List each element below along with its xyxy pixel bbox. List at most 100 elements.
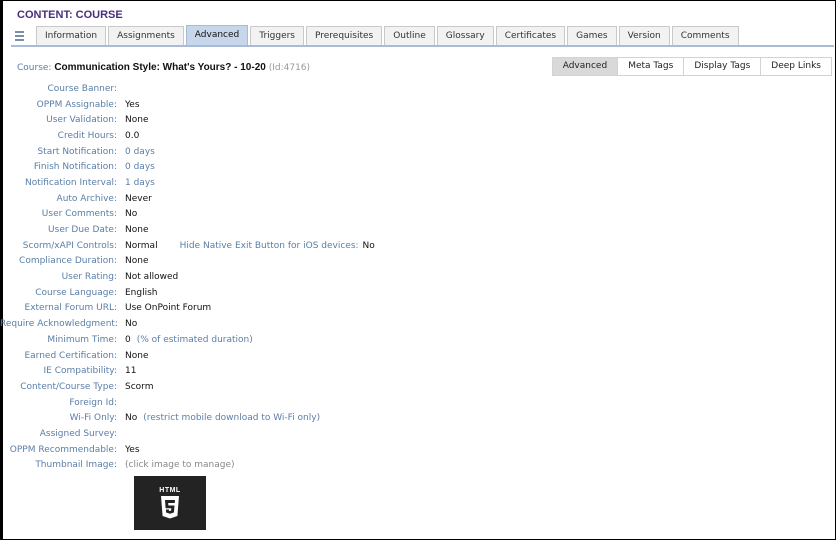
field-course-banner: Course Banner:: [0, 81, 460, 97]
field-wifi-only: Wi-Fi Only: No (restrict mobile download…: [0, 410, 460, 426]
menu-icon[interactable]: [11, 27, 31, 45]
field-compliance-duration: Compliance Duration: None: [0, 254, 460, 270]
field-value: 1 days: [125, 177, 155, 188]
html5-logo-icon: [161, 495, 179, 518]
field-label: Notification Interval:: [25, 177, 117, 188]
field-value: None: [125, 350, 149, 361]
field-value: Yes: [125, 444, 140, 455]
field-label: Require Acknowledgment:: [0, 319, 118, 330]
field-value: 11: [125, 366, 137, 377]
course-heading: Course: Communication Style: What's Your…: [17, 62, 310, 73]
thumbnail-image[interactable]: HTML: [134, 476, 206, 530]
subtab-meta-tags[interactable]: Meta Tags: [617, 57, 685, 76]
field-course-language: Course Language: English: [0, 285, 460, 301]
field-user-due-date: User Due Date: None: [0, 222, 460, 238]
field-external-forum-url: External Forum URL: Use OnPoint Forum: [0, 301, 460, 317]
field-label: User Rating:: [61, 272, 117, 283]
field-value: 0: [125, 334, 131, 345]
field-minimum-time: Minimum Time: 0 (% of estimated duration…: [0, 332, 460, 348]
tab-advanced[interactable]: Advanced: [185, 25, 249, 45]
field-label: Wi-Fi Only:: [69, 413, 117, 424]
field-label: OPPM Assignable:: [36, 99, 117, 110]
field-value: 0 days: [125, 162, 155, 173]
field-label: OPPM Recommendable:: [9, 444, 117, 455]
field-label: External Forum URL:: [24, 303, 117, 314]
course-name: Communication Style: What's Yours? - 10-…: [54, 62, 266, 73]
field-extra-value: No: [362, 240, 375, 251]
tab-certificates[interactable]: Certificates: [495, 26, 566, 45]
field-value: Scorm: [125, 381, 154, 392]
tab-assignments[interactable]: Assignments: [108, 26, 184, 45]
course-label: Course:: [17, 63, 52, 73]
page-title: CONTENT: COURSE: [17, 9, 123, 21]
field-value: No: [125, 319, 138, 330]
field-label: Compliance Duration:: [19, 256, 117, 267]
field-oppm-recommendable: OPPM Recommendable: Yes: [0, 442, 460, 458]
course-id: (Id:4716): [268, 63, 311, 73]
field-user-validation: User Validation: None: [0, 112, 460, 128]
field-value: Never: [125, 193, 152, 204]
settings-list: Course Banner: OPPM Assignable: Yes User…: [0, 81, 460, 473]
field-foreign-id: Foreign Id:: [0, 395, 460, 411]
subtab-display-tags[interactable]: Display Tags: [683, 57, 762, 76]
field-credit-hours: Credit Hours: 0.0: [0, 128, 460, 144]
field-label: Finish Notification:: [33, 162, 117, 173]
field-ie-compatibility: IE Compatibility: 11: [0, 363, 460, 379]
field-value: No: [125, 413, 138, 424]
tab-divider: [11, 45, 834, 47]
tab-outline[interactable]: Outline: [384, 26, 435, 45]
field-start-notification: Start Notification: 0 days: [0, 144, 460, 160]
field-note: (restrict mobile download to Wi-Fi only): [143, 413, 321, 424]
tab-games[interactable]: Games: [567, 26, 617, 45]
field-label: Minimum Time:: [47, 334, 117, 345]
subtab-bar: Advanced Meta Tags Display Tags Deep Lin…: [551, 57, 832, 76]
field-assigned-survey: Assigned Survey:: [0, 426, 460, 442]
field-label: Earned Certification:: [24, 350, 117, 361]
field-value: Yes: [125, 99, 140, 110]
field-value: None: [125, 115, 149, 126]
field-user-comments: User Comments: No: [0, 207, 460, 223]
field-oppm-assignable: OPPM Assignable: Yes: [0, 97, 460, 113]
tab-prerequisites[interactable]: Prerequisites: [306, 26, 383, 45]
field-label: Thumbnail Image:: [35, 460, 117, 471]
field-value: 0.0: [125, 130, 140, 141]
field-label: Assigned Survey:: [39, 428, 117, 439]
field-value: Not allowed: [125, 272, 179, 283]
tab-version[interactable]: Version: [618, 26, 670, 45]
field-thumbnail-image: Thumbnail Image: (click image to manage): [0, 458, 460, 474]
field-value: English: [125, 287, 158, 298]
field-label: Credit Hours:: [57, 130, 117, 141]
field-label: Content/Course Type:: [20, 381, 117, 392]
field-value: None: [125, 225, 149, 236]
field-user-rating: User Rating: Not allowed: [0, 269, 460, 285]
field-content-type: Content/Course Type: Scorm: [0, 379, 460, 395]
tab-glossary[interactable]: Glossary: [436, 26, 494, 45]
field-value: Use OnPoint Forum: [125, 303, 212, 314]
tab-bar: Information Assignments Advanced Trigger…: [11, 25, 834, 45]
field-label: IE Compatibility:: [43, 366, 117, 377]
thumbnail-caption: HTML: [159, 486, 181, 494]
field-finish-notification: Finish Notification: 0 days: [0, 159, 460, 175]
tab-information[interactable]: Information: [36, 26, 107, 45]
field-require-acknowledgment: Require Acknowledgment: No: [0, 316, 460, 332]
subtab-advanced[interactable]: Advanced: [551, 57, 619, 76]
field-value: Normal: [125, 240, 158, 251]
field-note: (% of estimated duration): [136, 334, 253, 345]
field-label: Scorm/xAPI Controls:: [22, 240, 117, 251]
field-label: User Validation:: [46, 115, 117, 126]
field-label: Auto Archive:: [56, 193, 117, 204]
field-label: Course Banner:: [47, 83, 118, 94]
field-value: (click image to manage): [125, 460, 235, 471]
tab-triggers[interactable]: Triggers: [250, 26, 304, 45]
field-value: 0 days: [125, 146, 155, 157]
subtab-deep-links[interactable]: Deep Links: [760, 57, 832, 76]
field-scorm-controls: Scorm/xAPI Controls: Normal Hide Native …: [0, 238, 460, 254]
field-label: Foreign Id:: [69, 397, 117, 408]
tab-comments[interactable]: Comments: [671, 26, 739, 45]
field-extra-label: Hide Native Exit Button for iOS devices:: [179, 240, 359, 251]
field-value: None: [125, 256, 149, 267]
field-earned-certification: Earned Certification: None: [0, 348, 460, 364]
field-notification-interval: Notification Interval: 1 days: [0, 175, 460, 191]
field-label: User Due Date:: [48, 225, 117, 236]
field-label: User Comments:: [41, 209, 117, 220]
